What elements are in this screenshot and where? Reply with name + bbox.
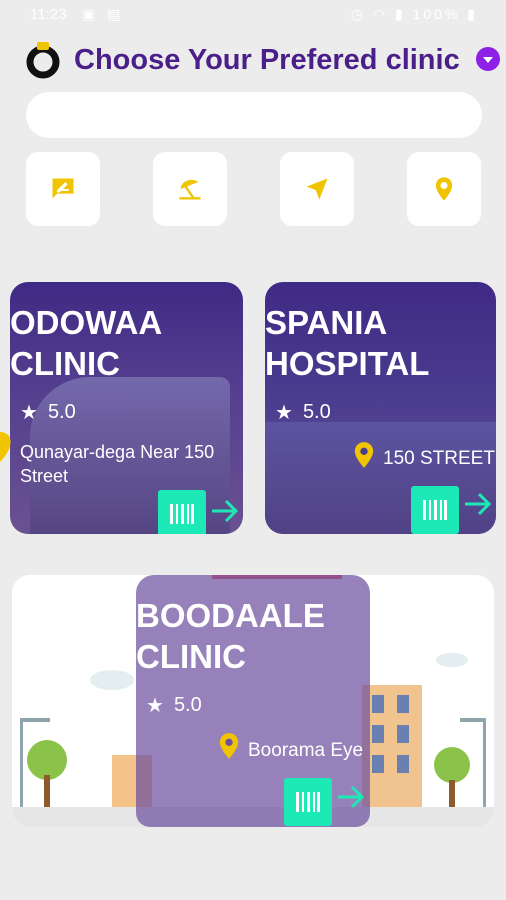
navigation-arrow-icon xyxy=(306,178,328,200)
clinic-name-line2: HOSPITAL xyxy=(265,345,430,382)
page-title: Choose Your Prefered clinic xyxy=(74,44,460,76)
location-pin-icon xyxy=(219,733,239,759)
rating-value: 5.0 xyxy=(173,694,202,716)
quick-action-location[interactable] xyxy=(407,152,481,226)
clinic-name-line2: CLINIC xyxy=(10,345,120,382)
status-indicators: ◷ ◠ ▮ 100% ▮ xyxy=(351,6,478,23)
address-line1: Boorama Eye xyxy=(248,740,364,761)
arrow-right-icon[interactable] xyxy=(210,497,240,525)
address-line1: Qunayar-dega Near 150 xyxy=(20,442,215,462)
star-icon: ★ xyxy=(20,402,38,424)
location-pin-icon xyxy=(0,432,11,462)
quick-action-message[interactable] xyxy=(26,152,100,226)
status-time: 11:23 xyxy=(30,6,67,23)
wifi-icon: ◠ xyxy=(372,6,389,22)
clinic-address: Qunayar-dega Near 150 Street xyxy=(20,440,243,488)
barcode-icon xyxy=(423,500,447,520)
rating-value: 5.0 xyxy=(302,401,331,423)
rating-value: 5.0 xyxy=(47,401,76,423)
clinic-card-boodaale[interactable]: BOODAALE CLINIC ★ 5.0 Boorama Eye xyxy=(12,575,494,827)
clinic-card-odowaa[interactable]: ODOWAA CLINIC ★ 5.0 Qunayar-dega Near 15… xyxy=(10,282,243,534)
notification-icons: ▣ ▤ xyxy=(82,6,125,22)
clinic-card-spania[interactable]: SPANIA HOSPITAL ★ 5.0 150 STREET xyxy=(265,282,496,534)
alarm-icon: ◷ xyxy=(350,6,366,22)
barcode-button[interactable] xyxy=(158,490,206,534)
clinic-name: SPANIA HOSPITAL xyxy=(265,302,429,384)
header: Choose Your Prefered clinic xyxy=(24,38,504,84)
clinic-name: ODOWAA CLINIC xyxy=(10,302,162,384)
quick-action-navigate[interactable] xyxy=(280,152,354,226)
app-logo-icon xyxy=(26,42,60,79)
clinic-name-line1: SPANIA xyxy=(265,304,388,341)
barcode-button[interactable] xyxy=(411,486,459,534)
barcode-icon xyxy=(296,792,320,812)
address-line2: Street xyxy=(20,466,69,486)
barcode-button[interactable] xyxy=(284,778,332,826)
star-icon: ★ xyxy=(146,695,164,717)
barcode-icon xyxy=(170,504,194,524)
message-edit-icon xyxy=(52,178,74,199)
arrow-right-icon[interactable] xyxy=(336,783,366,811)
clinic-name-line1: ODOWAA xyxy=(10,304,163,341)
clinic-address: 150 STREET xyxy=(383,447,495,471)
dropdown-button[interactable] xyxy=(476,47,500,71)
battery-level: 100% xyxy=(412,6,461,22)
status-bar: 11:23 ▣ ▤ ◷ ◠ ▮ 100% ▮ xyxy=(0,0,506,30)
address-line1: 150 STREET xyxy=(383,448,495,469)
signal-icon: ▮ xyxy=(394,6,406,22)
location-pin-icon xyxy=(435,177,453,201)
location-pin-icon xyxy=(354,442,374,468)
clinic-rating: ★ 5.0 xyxy=(20,400,76,425)
clinic-rating: ★ 5.0 xyxy=(146,693,202,718)
battery-icon: ▮ xyxy=(467,6,478,22)
quick-action-beach[interactable] xyxy=(153,152,227,226)
star-icon: ★ xyxy=(275,402,293,424)
beach-umbrella-icon xyxy=(179,179,201,200)
search-input[interactable] xyxy=(26,92,482,138)
clinic-address: Boorama Eye xyxy=(248,739,363,763)
clinic-name-line2: CLINIC xyxy=(136,638,246,675)
card-image-building xyxy=(265,422,496,534)
clinic-name-line1: BOODAALE xyxy=(136,597,325,634)
clinic-rating: ★ 5.0 xyxy=(275,400,331,425)
clinic-name: BOODAALE CLINIC xyxy=(136,595,325,677)
arrow-right-icon[interactable] xyxy=(463,490,493,518)
